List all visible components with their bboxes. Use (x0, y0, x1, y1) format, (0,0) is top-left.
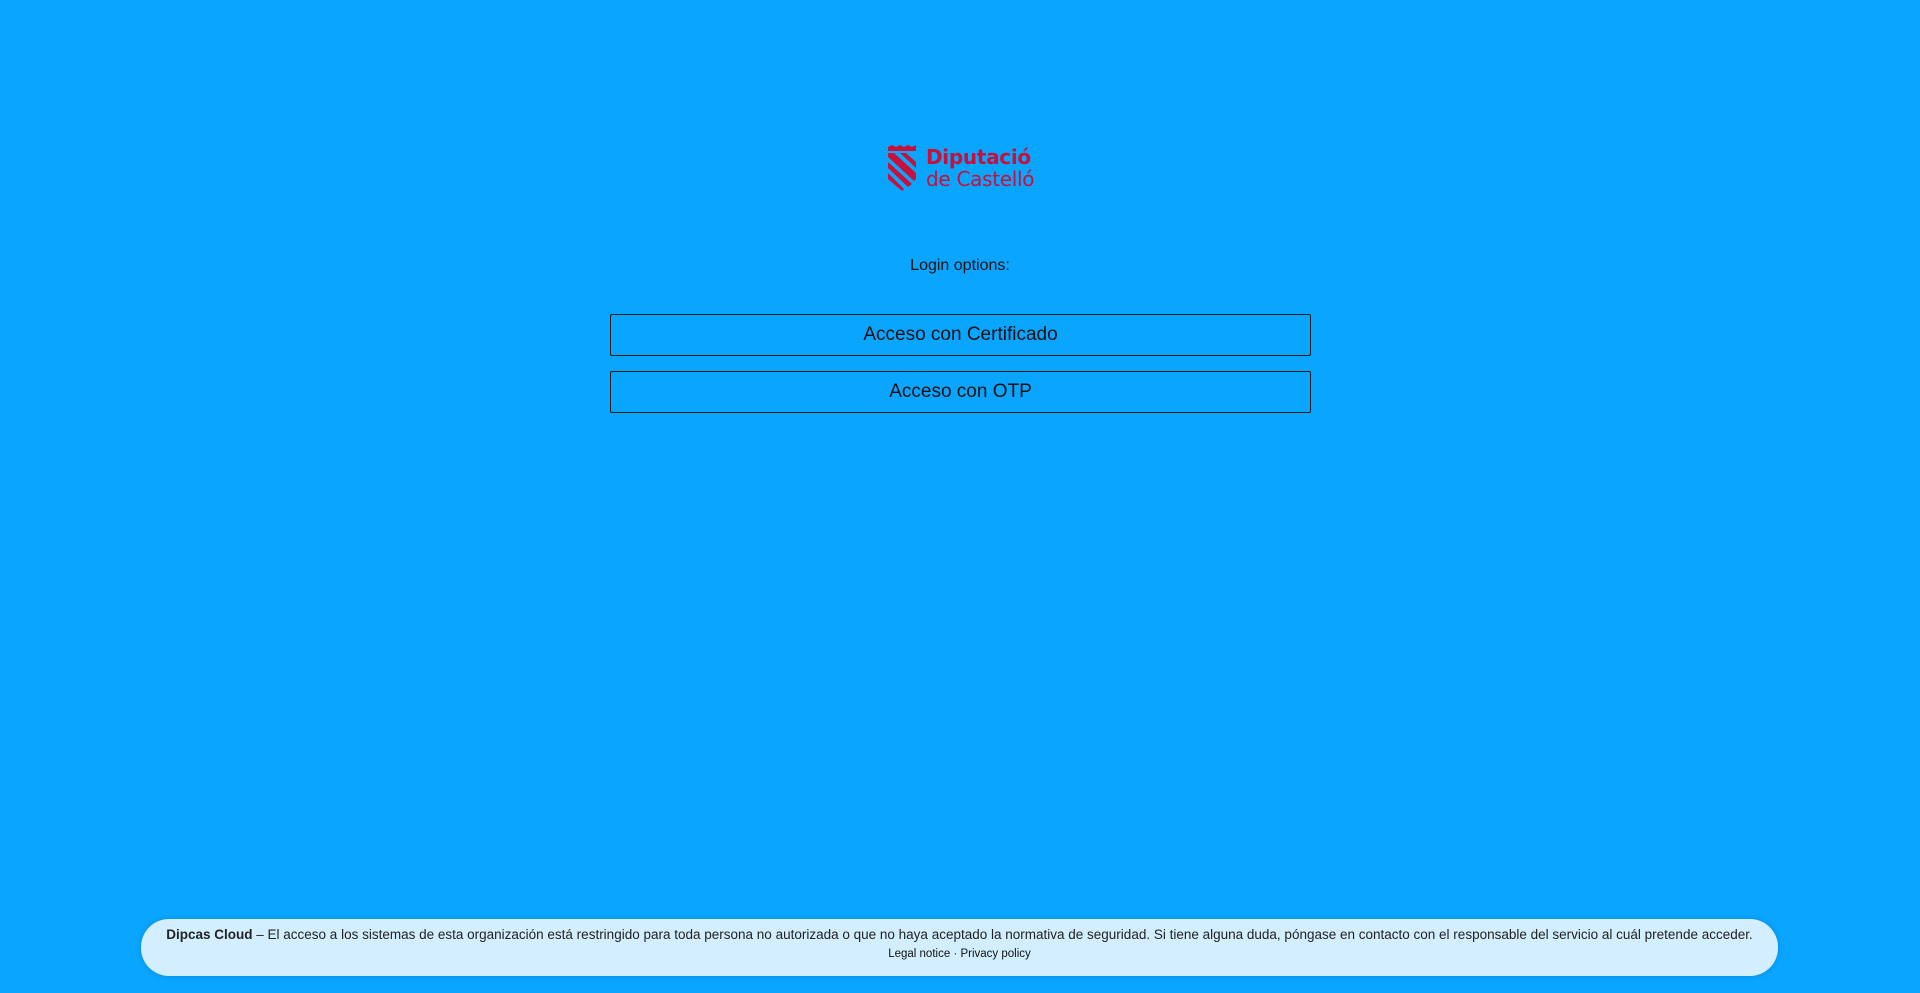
footer-links: Legal notice · Privacy policy (141, 948, 1778, 960)
logo-text-line2: de Castelló (926, 167, 1035, 191)
footer-notice: Dipcas Cloud – El acceso a los sistemas … (141, 919, 1778, 976)
logo-text-line1: Diputació (926, 145, 1031, 169)
privacy-policy-link[interactable]: Privacy policy (960, 948, 1030, 960)
legal-notice-link[interactable]: Legal notice (888, 948, 950, 960)
logo-text: Diputació de Castelló (926, 145, 1035, 191)
certificate-login-button[interactable]: Acceso con Certificado (610, 314, 1311, 356)
footer-message: Dipcas Cloud – El acceso a los sistemas … (141, 927, 1778, 942)
footer-link-separator: · (953, 948, 958, 960)
footer-brand: Dipcas Cloud (166, 927, 253, 942)
login-page: Diputació de Castelló Login options: Acc… (0, 0, 1920, 993)
diputacio-logo: Diputació de Castelló (886, 143, 1036, 193)
login-options-label: Login options: (910, 257, 1010, 274)
footer-message-text: – El acceso a los sistemas de esta organ… (252, 927, 1753, 942)
otp-login-button[interactable]: Acceso con OTP (610, 371, 1311, 413)
shield-stripes-icon (886, 143, 918, 193)
